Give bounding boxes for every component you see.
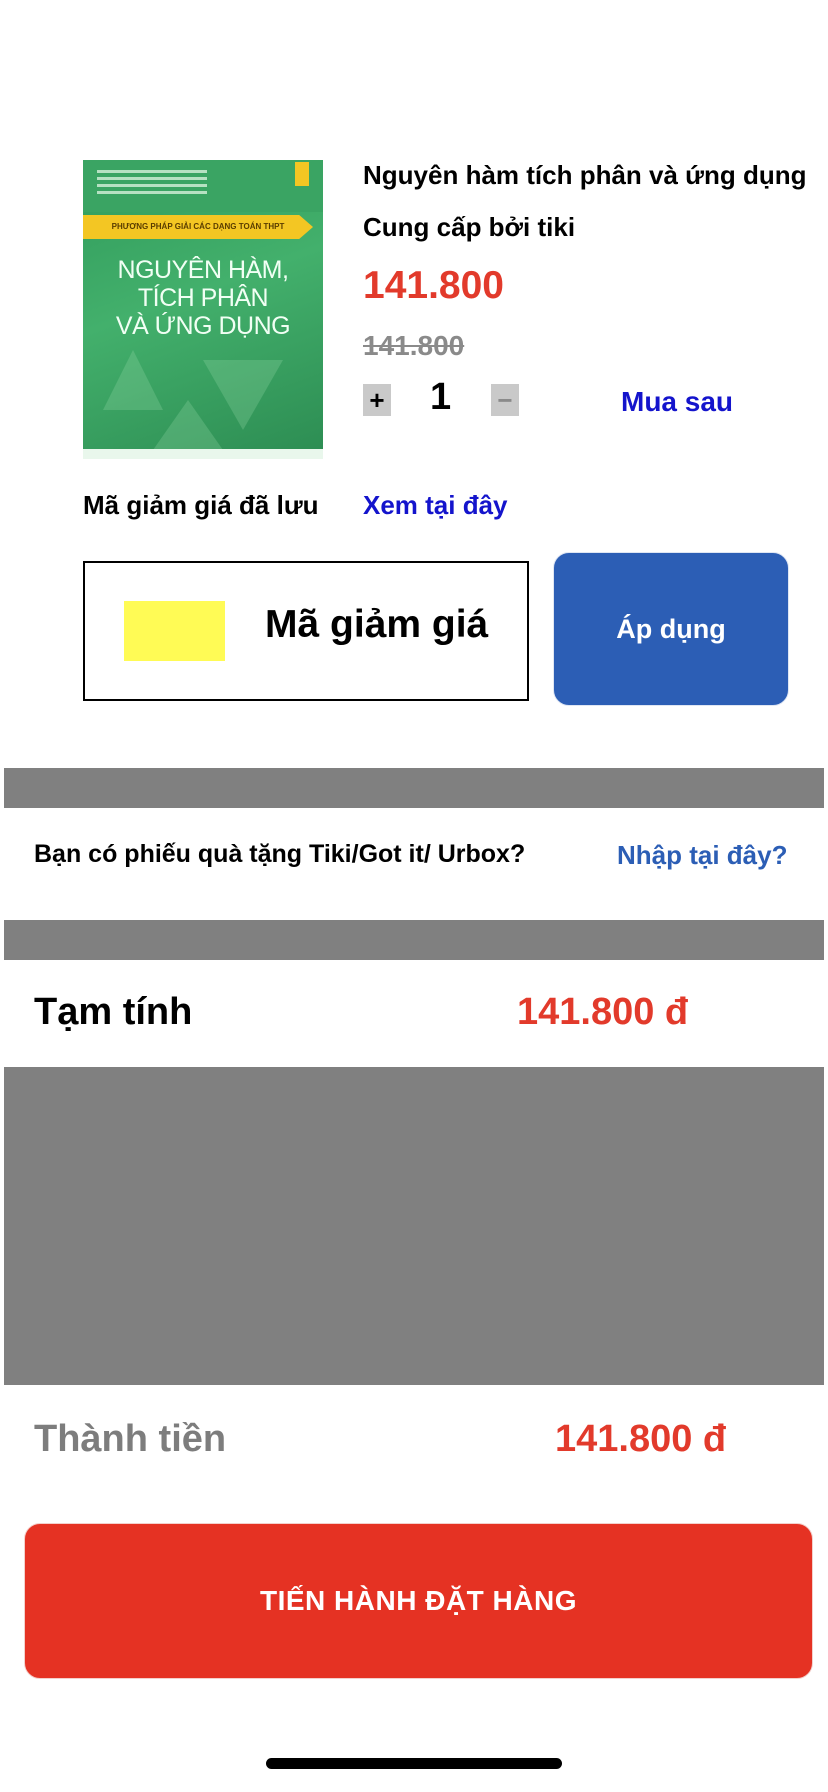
cover-title-line3: VÀ ỨNG DỤNG [115, 312, 291, 340]
quantity-increase-button[interactable]: + [363, 384, 391, 416]
product-title[interactable]: Nguyên hàm tích phân và ứng dụng [363, 160, 807, 191]
subtotal-label: Tạm tính [34, 991, 193, 1033]
cover-title-line1: NGUYÊN HÀM, [117, 256, 289, 284]
subtotal-value: 141.800 đ [517, 991, 689, 1033]
cover-author-lines [97, 166, 207, 198]
cover-badge [295, 162, 309, 186]
section-divider [4, 920, 824, 960]
gray-placeholder-block [4, 1067, 824, 1385]
cover-banner: PHƯƠNG PHÁP GIẢI CÁC DẠNG TOÁN THPT [83, 215, 313, 239]
section-divider [4, 768, 824, 808]
home-indicator[interactable] [266, 1758, 562, 1769]
cover-pattern [103, 350, 163, 410]
buy-later-link[interactable]: Mua sau [621, 386, 733, 418]
cover-pattern [153, 400, 223, 450]
quantity-value: 1 [430, 376, 452, 418]
coupon-input-label: Mã giảm giá [265, 603, 489, 646]
coupon-swatch [124, 601, 225, 661]
checkout-button[interactable]: TIẾN HÀNH ĐẶT HÀNG [24, 1523, 813, 1679]
total-label: Thành tiền [34, 1418, 227, 1460]
gift-card-question: Bạn có phiếu quà tặng Tiki/Got it/ Urbox… [34, 840, 526, 868]
apply-coupon-button[interactable]: Áp dụng [553, 552, 789, 706]
product-old-price: 141.800 [363, 330, 465, 361]
saved-coupon-label: Mã giảm giá đã lưu [83, 490, 319, 520]
product-provider: Cung cấp bởi tiki [363, 212, 576, 242]
cover-pattern [203, 360, 283, 430]
product-price: 141.800 [363, 264, 504, 307]
view-saved-coupons-link[interactable]: Xem tại đây [363, 490, 508, 521]
product-cover-image[interactable]: PHƯƠNG PHÁP GIẢI CÁC DẠNG TOÁN THPT NGUY… [83, 160, 323, 459]
cover-bottom-strip [83, 449, 323, 459]
total-value: 141.800 đ [555, 1418, 727, 1460]
cover-title-line2: TÍCH PHÂN [137, 284, 269, 312]
quantity-decrease-button[interactable]: − [491, 384, 519, 416]
enter-gift-card-link[interactable]: Nhập tại đây? [617, 840, 787, 871]
